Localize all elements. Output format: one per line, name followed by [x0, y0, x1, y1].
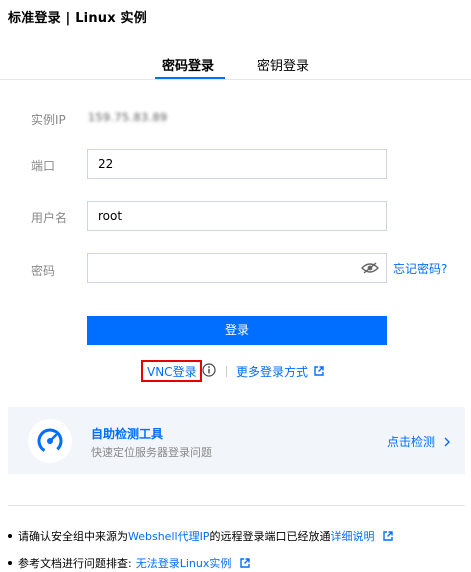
login-button[interactable]: 登录: [87, 316, 387, 345]
note1-text-b: 的远程登录端口已经放通: [209, 530, 331, 543]
external-link-icon[interactable]: [383, 531, 393, 541]
run-check-label: 点击检测: [387, 435, 436, 449]
forgot-password-link[interactable]: 忘记密码?: [393, 260, 447, 277]
port-label: 端口: [31, 159, 56, 173]
page-title: 标准登录 | Linux 实例: [8, 11, 147, 26]
instance-ip-label: 实例IP: [31, 113, 66, 127]
port-input[interactable]: [87, 149, 387, 179]
tab-active-indicator: [155, 77, 225, 79]
external-link-icon[interactable]: [240, 558, 250, 568]
bullet-dot: [8, 534, 12, 538]
username-input[interactable]: [87, 201, 387, 231]
vnc-login-link[interactable]: VNC登录: [147, 363, 197, 380]
password-input[interactable]: [87, 253, 387, 283]
run-check-link[interactable]: 点击检测: [387, 433, 451, 450]
cannot-login-linux-link[interactable]: 无法登录Linux实例: [136, 557, 232, 570]
tab-key-login[interactable]: 密钥登录: [257, 55, 309, 74]
chevron-right-icon: [444, 437, 450, 447]
username-label: 用户名: [31, 211, 68, 225]
note-troubleshoot: 参考文档进行问题排查: 无法登录Linux实例: [8, 555, 250, 571]
tab-password-login[interactable]: 密码登录: [162, 55, 214, 74]
tool-subtitle: 快速定位服务器登录问题: [91, 446, 212, 459]
password-label: 密码: [31, 264, 56, 278]
eye-hidden-icon[interactable]: [361, 262, 379, 274]
note1-text-a: 请确认安全组中来源为: [18, 530, 128, 543]
login-tabs: 密码登录 密钥登录: [0, 50, 471, 80]
info-icon[interactable]: [202, 363, 216, 377]
webshell-proxy-ip-link[interactable]: Webshell代理IP: [128, 530, 209, 543]
instance-ip-value: 159.75.83.89: [88, 111, 168, 124]
gauge-icon: [37, 428, 63, 454]
more-login-methods-link[interactable]: 更多登录方式: [236, 363, 308, 380]
link-divider: [226, 366, 227, 377]
note-security-group: 请确认安全组中来源为Webshell代理IP的远程登录端口已经放通详细说明: [8, 528, 393, 544]
external-link-icon[interactable]: [314, 366, 324, 376]
tool-title: 自助检测工具: [91, 427, 164, 441]
details-link[interactable]: 详细说明: [330, 530, 374, 543]
bullet-dot: [8, 561, 12, 565]
note2-text-a: 参考文档进行问题排查:: [18, 557, 132, 570]
section-divider: [8, 505, 465, 506]
